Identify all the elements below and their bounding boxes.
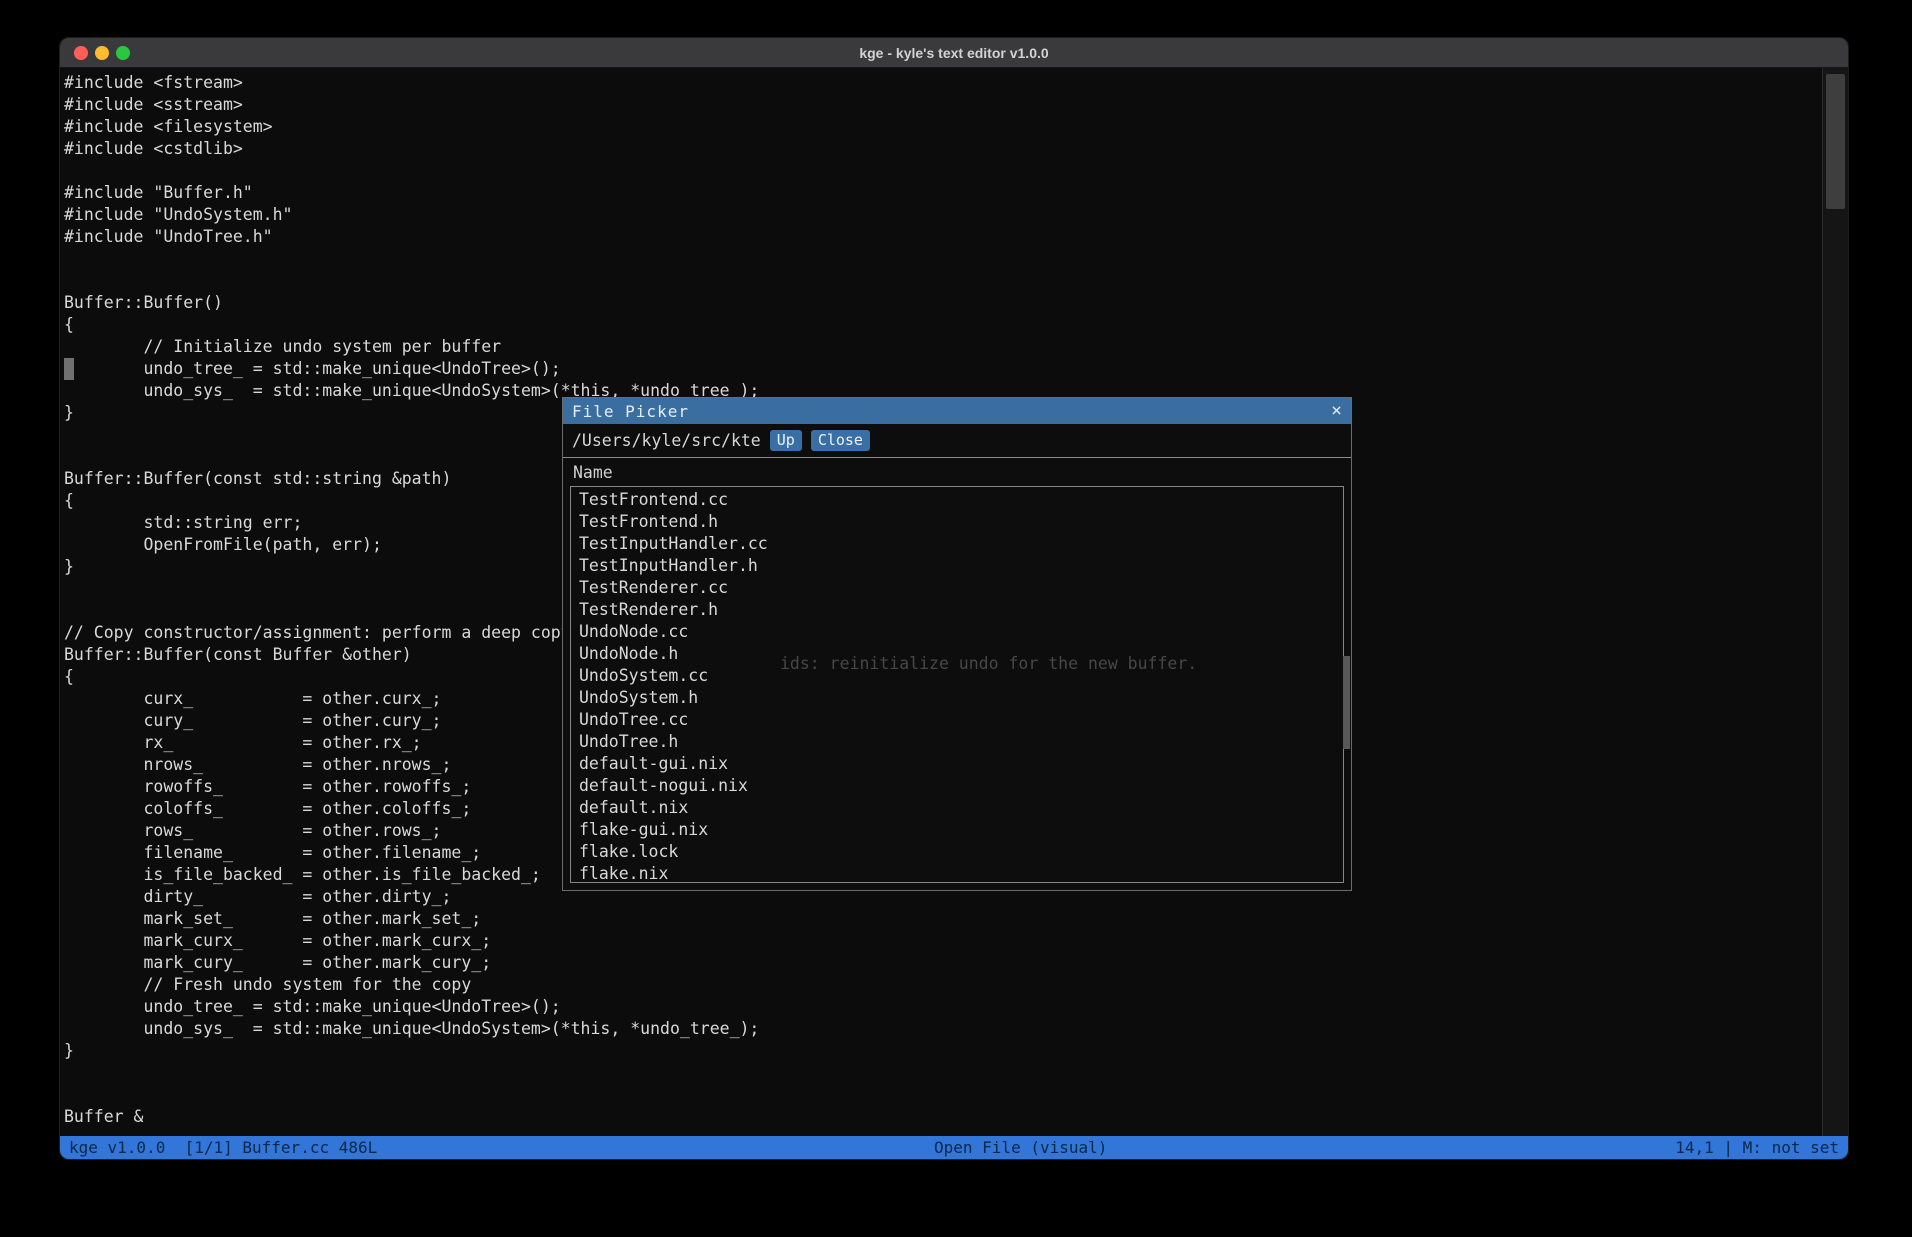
status-bar: kge v1.0.0 [1/1] Buffer.cc 486L Open Fil… <box>60 1136 1848 1159</box>
up-button[interactable]: Up <box>770 430 802 451</box>
file-picker-titlebar[interactable]: File Picker × <box>563 398 1351 424</box>
close-button[interactable]: Close <box>811 430 870 451</box>
minimize-window-button[interactable] <box>95 46 109 60</box>
text-cursor <box>64 358 74 380</box>
code-bleed-through-text: ids: reinitialize undo for the new buffe… <box>780 653 1197 675</box>
file-row[interactable]: TestRenderer.h <box>571 599 1343 621</box>
name-column-header: Name <box>563 458 1351 486</box>
window-titlebar[interactable]: kge - kyle's text editor v1.0.0 <box>60 38 1848 68</box>
editor-scrollbar[interactable] <box>1822 68 1848 1136</box>
file-list-scrollbar-thumb[interactable] <box>1343 656 1350 749</box>
file-row[interactable]: flake.lock <box>571 841 1343 863</box>
current-path: /Users/kyle/src/kte <box>572 431 761 450</box>
editor-scrollbar-thumb[interactable] <box>1826 74 1845 209</box>
traffic-lights <box>74 46 130 60</box>
zoom-window-button[interactable] <box>116 46 130 60</box>
file-picker-title: File Picker <box>572 402 1331 421</box>
file-row[interactable]: TestInputHandler.h <box>571 555 1343 577</box>
file-row[interactable]: TestRenderer.cc <box>571 577 1343 599</box>
file-row[interactable]: flake.nix <box>571 863 1343 883</box>
file-row[interactable]: UndoSystem.h <box>571 687 1343 709</box>
close-icon[interactable]: × <box>1331 402 1342 420</box>
file-row[interactable]: TestInputHandler.cc <box>571 533 1343 555</box>
file-row[interactable]: TestFrontend.cc <box>571 489 1343 511</box>
editor-window: kge - kyle's text editor v1.0.0 #include… <box>59 37 1849 1160</box>
editor-area[interactable]: #include <fstream> #include <sstream> #i… <box>60 68 1848 1136</box>
status-cursor-info: 14,1 | M: not set <box>1675 1136 1839 1159</box>
file-row[interactable]: default-nogui.nix <box>571 775 1343 797</box>
file-row[interactable]: TestFrontend.h <box>571 511 1343 533</box>
file-row[interactable]: flake-gui.nix <box>571 819 1343 841</box>
file-row[interactable]: default-gui.nix <box>571 753 1343 775</box>
file-list[interactable]: TestFrontend.ccTestFrontend.hTestInputHa… <box>570 486 1344 883</box>
file-picker-dialog: File Picker × /Users/kyle/src/kte Up Clo… <box>562 397 1352 891</box>
file-row[interactable]: UndoNode.cc <box>571 621 1343 643</box>
file-row[interactable]: default.nix <box>571 797 1343 819</box>
file-row[interactable]: UndoTree.cc <box>571 709 1343 731</box>
status-mode-info: Open File (visual) <box>934 1136 1107 1159</box>
file-row[interactable]: UndoTree.h <box>571 731 1343 753</box>
path-row: /Users/kyle/src/kte Up Close <box>563 424 1351 458</box>
window-title: kge - kyle's text editor v1.0.0 <box>859 45 1048 61</box>
close-window-button[interactable] <box>74 46 88 60</box>
status-file-info: kge v1.0.0 [1/1] Buffer.cc 486L <box>69 1136 377 1159</box>
screen: { "colors": { "editor_bg": "#0c0c0c", "c… <box>0 0 1912 1237</box>
